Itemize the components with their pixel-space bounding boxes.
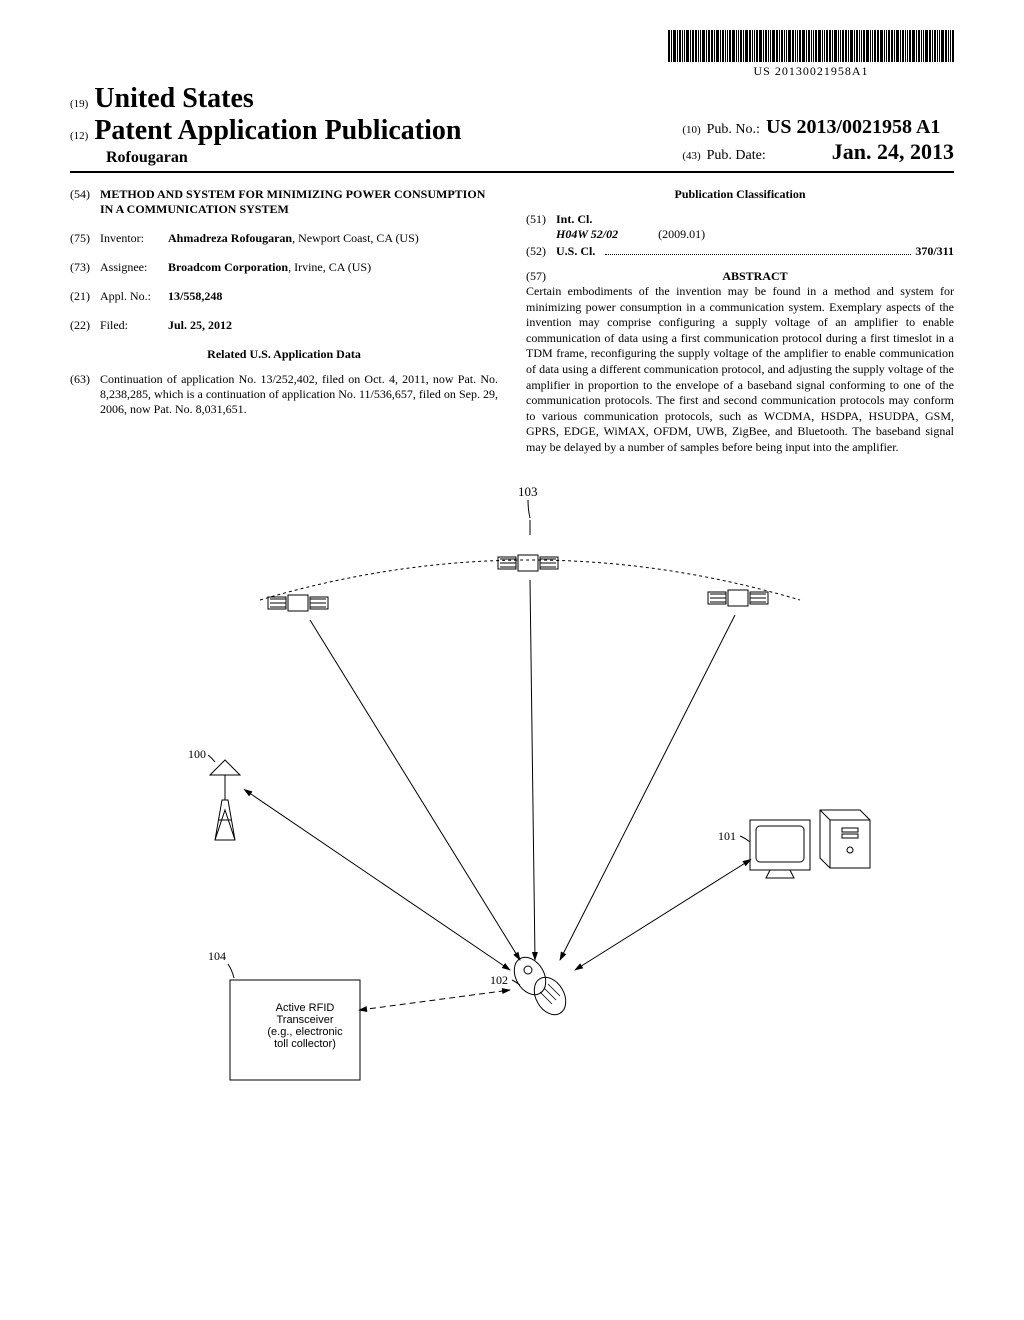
satellite-icon (708, 590, 768, 606)
right-column: Publication Classification (51) Int. Cl.… (526, 187, 954, 456)
barcode-graphic (668, 30, 954, 62)
code-52: (52) (526, 244, 556, 259)
invention-title: METHOD AND SYSTEM FOR MINIMIZING POWER C… (100, 187, 498, 217)
ref-101: 101 (718, 829, 736, 843)
uscl-label: U.S. Cl. (556, 244, 595, 259)
header: (19) United States (12) Patent Application… (70, 83, 954, 173)
code-51: (51) (526, 212, 556, 227)
antenna-tower-icon (210, 760, 240, 840)
code-63: (63) (70, 372, 100, 417)
satellite-icon (268, 595, 328, 611)
assignee-location: , Irvine, CA (US) (288, 260, 371, 274)
pubno-label: Pub. No.: (707, 122, 760, 138)
code-43: (43) (682, 150, 700, 162)
code-57: (57) (526, 269, 556, 284)
satellite-icon (498, 555, 558, 571)
related-application-text: Continuation of application No. 13/252,4… (100, 372, 498, 417)
abstract-heading: ABSTRACT (556, 269, 954, 284)
computer-tv-icon (750, 810, 870, 878)
ref-104: 104 (208, 949, 226, 963)
code-73: (73) (70, 260, 100, 275)
application-number: 13/558,248 (168, 289, 222, 303)
pubdate-label: Pub. Date: (707, 148, 766, 164)
intcl-date: (2009.01) (658, 227, 705, 241)
code-21: (21) (70, 289, 100, 304)
filed-date: Jul. 25, 2012 (168, 318, 232, 332)
assignee-label: Assignee: (100, 260, 168, 275)
flip-phone-icon (508, 951, 572, 1020)
inventor-label: Inventor: (100, 231, 168, 246)
filed-label: Filed: (100, 318, 168, 333)
leader-dots (605, 254, 911, 255)
appl-label: Appl. No.: (100, 289, 168, 304)
header-author: Rofougaran (106, 149, 461, 167)
rfid-box-text: Active RFID Transceiver (e.g., electroni… (250, 1002, 360, 1050)
left-column: (54) METHOD AND SYSTEM FOR MINIMIZING PO… (70, 187, 498, 456)
code-10: (10) (682, 124, 700, 136)
intcl-label: Int. Cl. (556, 212, 616, 227)
uscl-value: 370/311 (915, 244, 954, 259)
publication-number: US 2013/0021958 A1 (766, 116, 940, 139)
patent-figure: 103 100 101 (70, 480, 954, 1120)
code-12: (12) (70, 130, 88, 142)
inventor-name: Ahmadreza Rofougaran (168, 231, 292, 245)
code-22: (22) (70, 318, 100, 333)
ref-100: 100 (188, 747, 206, 761)
code-54: (54) (70, 187, 100, 217)
barcode-number: US 20130021958A1 (668, 64, 954, 79)
barcode-area: US 20130021958A1 (70, 30, 954, 79)
abstract-text: Certain embodiments of the invention may… (526, 284, 954, 456)
code-75: (75) (70, 231, 100, 246)
code-19: (19) (70, 98, 88, 110)
classification-heading: Publication Classification (526, 187, 954, 202)
ref-102: 102 (490, 973, 508, 987)
intcl-value: H04W 52/02 (556, 227, 618, 241)
ref-103: 103 (518, 484, 538, 499)
inventor-location: , Newport Coast, CA (US) (292, 231, 419, 245)
country: United States (94, 83, 253, 114)
publication-type: Patent Application Publication (94, 115, 461, 146)
publication-date: Jan. 24, 2013 (832, 139, 954, 165)
assignee-name: Broadcom Corporation (168, 260, 288, 274)
related-data-heading: Related U.S. Application Data (70, 347, 498, 362)
